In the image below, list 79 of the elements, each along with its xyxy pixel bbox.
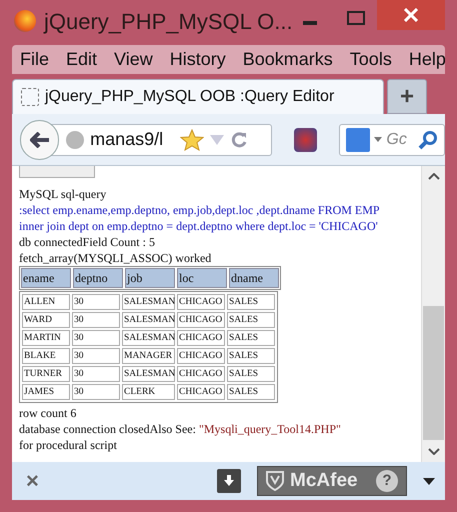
search-icon[interactable]	[418, 130, 438, 150]
star-icon[interactable]	[180, 128, 204, 150]
status-text: database connection closedAlso See:	[19, 421, 197, 437]
table-cell: 30	[72, 348, 120, 364]
menu-item[interactable]: History	[170, 46, 226, 73]
table-cell: CLERK	[122, 384, 175, 400]
row-count-text: row count 6	[19, 405, 78, 421]
table-cell: 30	[72, 294, 120, 310]
maximize-icon[interactable]	[347, 11, 365, 25]
globe-icon	[66, 130, 84, 148]
table-cell: CHICAGO	[177, 312, 225, 328]
table-cell: SALES	[227, 312, 275, 328]
search-field[interactable]: Gc	[386, 128, 414, 152]
download-button[interactable]	[217, 469, 241, 493]
scroll-up-icon[interactable]	[428, 172, 440, 180]
table-cell: SALES	[227, 366, 275, 382]
menu-item[interactable]: View	[114, 46, 153, 73]
link-text: "Mysqli_query_Tool14.PHP"	[198, 421, 341, 437]
back-button[interactable]	[20, 120, 60, 160]
help-icon[interactable]: ?	[376, 470, 398, 492]
table-cell: WARD	[22, 312, 70, 328]
menu-item[interactable]: Help	[408, 46, 445, 73]
table-cell: 30	[72, 384, 120, 400]
heading-text: MySQL sql-query	[19, 186, 108, 202]
table-cell: BLAKE	[22, 348, 70, 364]
table-cell: 30	[72, 312, 120, 328]
table-cell: SALESMAN	[122, 366, 175, 382]
table-cell: TURNER	[22, 366, 70, 382]
caret-icon[interactable]	[423, 478, 435, 484]
menu-item[interactable]: File	[20, 46, 50, 73]
firefox-logo-icon	[14, 10, 36, 32]
table-cell: CHICAGO	[177, 366, 225, 382]
table-cell: ALLEN	[22, 294, 70, 310]
scroll-down-icon[interactable]	[428, 448, 440, 454]
table-cell: 30	[72, 330, 120, 346]
menu-item[interactable]: Bookmarks	[242, 46, 333, 73]
table-cell: MANAGER	[122, 348, 175, 364]
window-title: jQuery_PHP_MySQL O...	[44, 8, 293, 36]
status-text: db connectedField Count : 5	[19, 234, 156, 250]
table-cell: SALESMAN	[122, 294, 175, 310]
shield-icon	[266, 471, 284, 491]
table-cell: CHICAGO	[177, 384, 225, 400]
search-engine-icon	[346, 128, 370, 152]
table-cell: SALES	[227, 384, 275, 400]
table-cell: MARTIN	[22, 330, 70, 346]
footer-text: for procedural script	[19, 437, 118, 453]
table-cell: CHICAGO	[177, 348, 225, 364]
back-arrow-icon	[30, 132, 50, 148]
close-icon	[404, 8, 418, 22]
security-button[interactable]: McAfee ?	[257, 466, 407, 496]
download-arrow-icon	[223, 475, 235, 487]
column-header: dname	[229, 268, 279, 288]
scrollbar[interactable]	[421, 166, 445, 462]
caret-icon	[374, 137, 382, 142]
close-button[interactable]	[377, 0, 445, 30]
page-icon	[21, 88, 39, 106]
query-text: :select emp.ename,emp.deptno, emp.job,dept.loc ,dept.dname FROM EMP inner join dept on emp.deptno = dept.deptno where dept.loc = 'CHICAGO'	[19, 202, 380, 234]
column-header: loc	[177, 268, 227, 288]
tab[interactable]: jQuery_PHP_MySQL OOB :Query Editor	[12, 79, 384, 114]
menu-item[interactable]: Edit	[66, 46, 98, 73]
column-header: deptno	[73, 268, 123, 288]
table-cell: SALES	[227, 330, 275, 346]
column-header: job	[125, 268, 175, 288]
column-header: ename	[21, 268, 71, 288]
table-cell: SALESMAN	[122, 312, 175, 328]
status-text: fetch_array(MYSQLI_ASSOC) worked	[19, 250, 212, 266]
table-cell: SALES	[227, 348, 275, 364]
table-cell: JAMES	[22, 384, 70, 400]
close-bar-button[interactable]: ×	[26, 470, 39, 492]
menu-item[interactable]: Tools	[350, 46, 392, 73]
table-cell: CHICAGO	[177, 330, 225, 346]
address-field[interactable]: manas9/l	[51, 124, 272, 156]
new-tab-button[interactable]: +	[387, 79, 427, 114]
reload-icon[interactable]	[230, 130, 248, 148]
table-cell: 30	[72, 366, 120, 382]
table-cell: CHICAGO	[177, 294, 225, 310]
table-cell: SALES	[227, 294, 275, 310]
table-cell: SALESMAN	[122, 330, 175, 346]
toolbar-addon-icon[interactable]	[294, 128, 318, 152]
